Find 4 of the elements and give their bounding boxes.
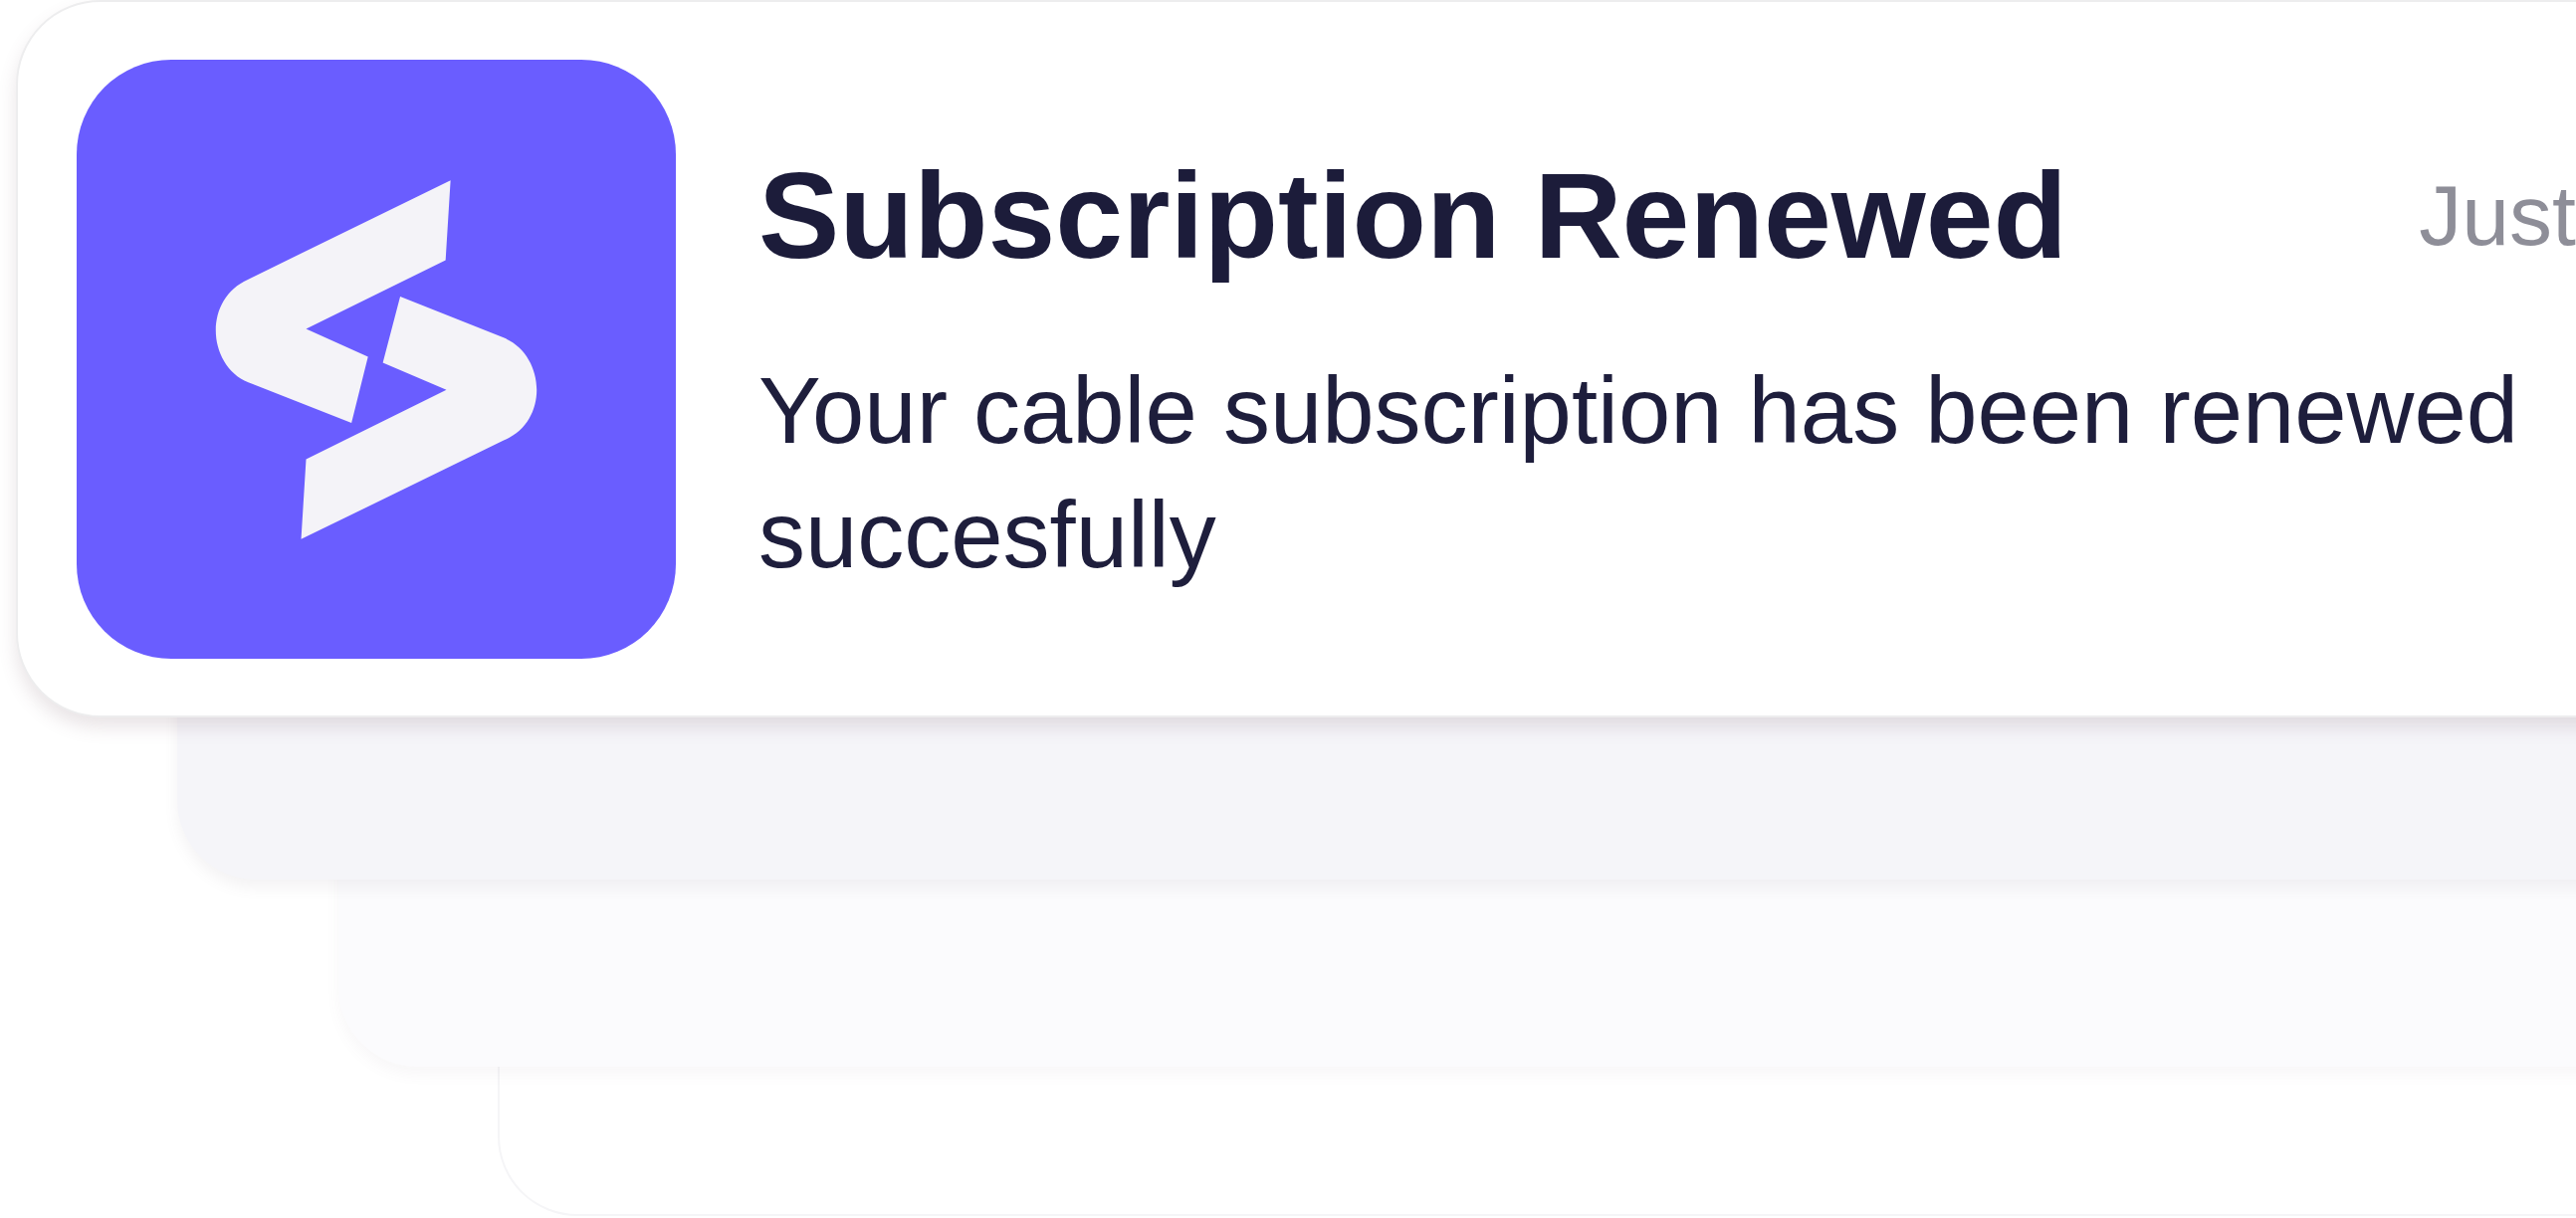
s-logo-icon	[77, 60, 676, 659]
notification-time: Just	[2419, 166, 2576, 265]
notification-message: Your cable subscription has been renewed succesfully	[758, 357, 2520, 590]
notification-title: Subscription Renewed	[758, 147, 2068, 286]
